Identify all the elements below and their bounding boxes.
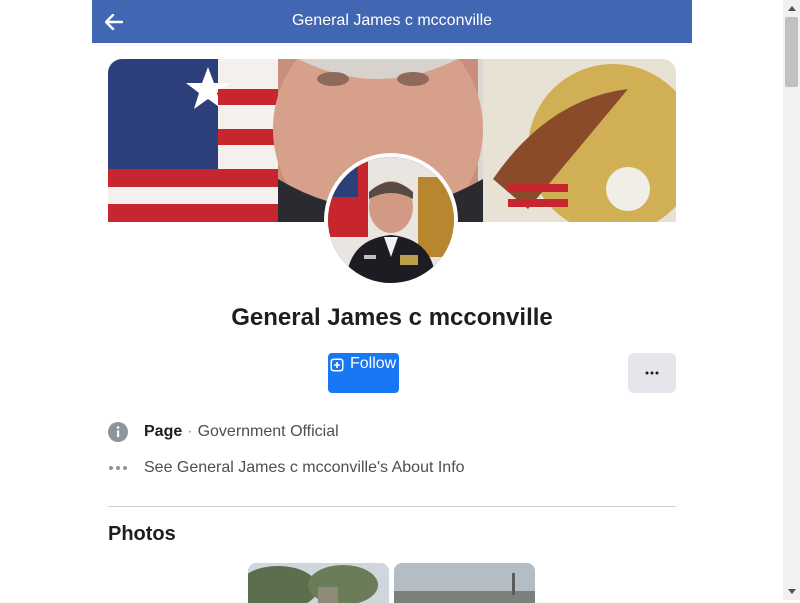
scrollbar[interactable] <box>783 0 800 600</box>
profile-avatar[interactable] <box>324 153 458 287</box>
profile-name: General James c mcconville <box>231 304 553 331</box>
photo-thumbnail[interactable] <box>394 563 535 603</box>
page-type-label: Page <box>144 423 183 440</box>
follow-button-label: Follow <box>350 355 397 372</box>
scrollbar-thumb[interactable] <box>785 17 798 87</box>
about-info-link[interactable]: See General James c mcconville's About I… <box>108 457 465 479</box>
scroll-up-arrow-icon[interactable] <box>783 0 800 17</box>
scroll-down-arrow-icon[interactable] <box>783 583 800 600</box>
page-category-row: Page · Government Official <box>108 421 339 443</box>
separator: · <box>187 423 193 440</box>
avatar <box>328 157 454 283</box>
about-info-label: See General James c mcconville's About I… <box>144 459 465 476</box>
more-options-button[interactable] <box>628 353 676 393</box>
photos-section-title: Photos <box>108 523 176 545</box>
page-title: General James c mcconville <box>291 12 493 29</box>
more-dots-icon <box>108 458 128 478</box>
page-category: Government Official <box>197 423 339 440</box>
follow-plus-icon <box>330 358 344 372</box>
top-bar: General James c mcconville <box>92 0 692 43</box>
divider <box>108 506 676 507</box>
photo-thumbnail[interactable] <box>248 563 389 603</box>
follow-button[interactable]: Follow <box>328 353 399 393</box>
more-options-icon <box>645 371 659 375</box>
info-circle-icon <box>108 422 128 442</box>
